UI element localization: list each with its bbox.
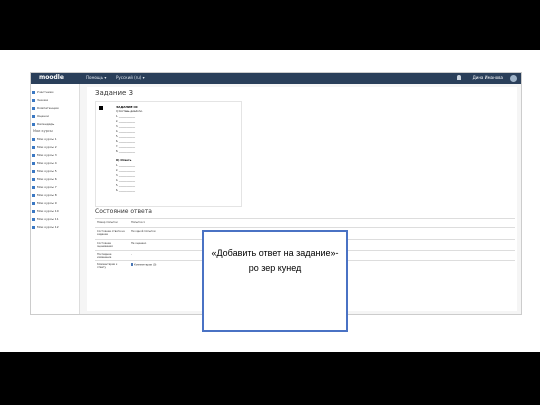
- row-value: Попытка 1: [131, 221, 145, 224]
- question-subtitle: I) Составь диалоги.: [116, 110, 143, 113]
- sidebar-course[interactable]: Мои курсы 11: [31, 215, 79, 223]
- sidebar-item-grades[interactable]: Оценки: [31, 112, 79, 120]
- callout-text: «Добавить ответ на задание»-ро зер кунед: [211, 248, 339, 273]
- sidebar-course[interactable]: Мои курсы 4: [31, 159, 79, 167]
- comments-link[interactable]: Комментарии (0): [134, 264, 156, 267]
- top-navbar: moodle Помощь ▾ Русский (ru) ▾ Дина Иман…: [31, 73, 521, 84]
- avatar[interactable]: [510, 75, 517, 82]
- slide: moodle Помощь ▾ Русский (ru) ▾ Дина Иман…: [0, 50, 540, 352]
- question-line: 1. ______________: [116, 115, 135, 118]
- row-value[interactable]: Комментарии (0): [131, 263, 156, 267]
- question-line: 2. ______________: [116, 169, 135, 172]
- sidebar-course[interactable]: Мои курсы 8: [31, 191, 79, 199]
- question-task: ЗАДАНИЕ III:: [116, 105, 139, 109]
- question-line: 3. ______________: [116, 174, 135, 177]
- comment-icon: [131, 263, 133, 266]
- question-line: 2. ______________: [116, 120, 135, 123]
- callout-box: «Добавить ответ на задание»-ро зер кунед: [202, 230, 348, 332]
- sidebar-course[interactable]: Мои курсы 1: [31, 135, 79, 143]
- sidebar-course[interactable]: Мои курсы 10: [31, 207, 79, 215]
- sidebar-course[interactable]: Мои курсы 12: [31, 223, 79, 231]
- bell-icon[interactable]: [457, 75, 461, 80]
- bullet-square-icon: [99, 106, 103, 110]
- question-line: 3. ______________: [116, 125, 135, 128]
- question-line: 1. ______________: [116, 164, 135, 167]
- sidebar-item-badges[interactable]: Значки: [31, 96, 79, 104]
- user-name[interactable]: Дина Иманова: [473, 75, 503, 80]
- question-line: 7. ______________: [116, 145, 135, 148]
- row-value: Ни одной попытки: [131, 230, 156, 233]
- sidebar-course[interactable]: Мои курсы 9: [31, 199, 79, 207]
- question-line: 4. ______________: [116, 130, 135, 133]
- row-key: Номер попытки: [97, 221, 118, 224]
- row-key: Состояние ответа на задание: [97, 230, 125, 236]
- nav-language[interactable]: Русский (ru) ▾: [116, 75, 145, 80]
- sidebar-item-calendar[interactable]: Календарь: [31, 120, 79, 128]
- sidebar: Участники Значки Компетенции Оценки Кале…: [31, 84, 80, 314]
- question-line: 4. ______________: [116, 179, 135, 182]
- sidebar-course[interactable]: Мои курсы 5: [31, 167, 79, 175]
- row-value: Не оценено: [131, 242, 147, 245]
- sidebar-course[interactable]: Мои курсы 6: [31, 175, 79, 183]
- question-line: 5. ______________: [116, 184, 135, 187]
- row-key: Состояние оценивания: [97, 242, 113, 248]
- sidebar-item-participants[interactable]: Участники: [31, 88, 79, 96]
- question-section2: II) Ответь: [116, 158, 132, 162]
- question-line: 6. ______________: [116, 189, 135, 192]
- page-title: Задание 3: [95, 89, 134, 97]
- brand-logo[interactable]: moodle: [39, 74, 64, 81]
- row-key: Комментарии к ответу: [97, 263, 118, 269]
- sidebar-section-head: Мои курсы: [33, 129, 53, 133]
- question-line: 8. ______________: [116, 150, 135, 153]
- sidebar-course[interactable]: Мои курсы 3: [31, 151, 79, 159]
- sidebar-course[interactable]: Мои курсы 7: [31, 183, 79, 191]
- nav-help[interactable]: Помощь ▾: [86, 75, 106, 80]
- sidebar-item-competencies[interactable]: Компетенции: [31, 104, 79, 112]
- sidebar-course[interactable]: Мои курсы 2: [31, 143, 79, 151]
- status-title: Состояние ответа: [95, 208, 152, 215]
- question-line: 5. ______________: [116, 135, 135, 138]
- row-value: -: [131, 253, 132, 256]
- row-key: Последнее изменение: [97, 253, 112, 259]
- question-line: 6. ______________: [116, 140, 135, 143]
- question-image: ЗАДАНИЕ III: I) Составь диалоги. 1. ____…: [95, 101, 242, 207]
